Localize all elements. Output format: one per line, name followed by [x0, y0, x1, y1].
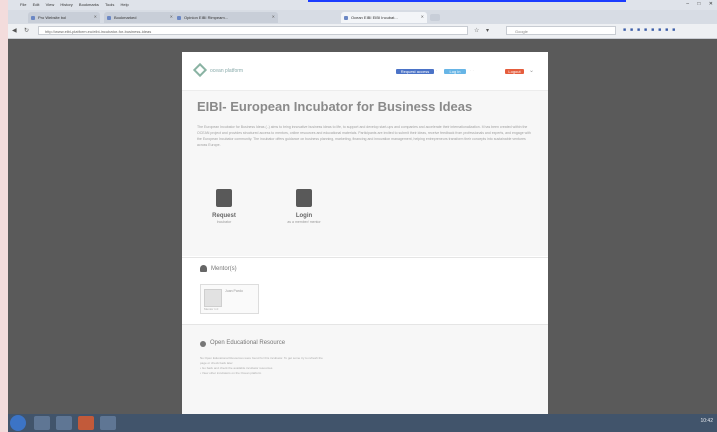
page-description: The European Incubator for Business Idea…: [197, 125, 531, 147]
request-sublabel: Incubator: [216, 220, 232, 224]
mentors-title: Mentor(s): [211, 266, 237, 272]
oer-text-line: No Open Educational Resources were found…: [200, 356, 323, 360]
oer-link[interactable]: • View other incubators on the Ocean pla…: [200, 371, 261, 375]
login-sublabel: as a member/ mentor: [287, 220, 321, 224]
favicon-icon: [107, 15, 111, 20]
logo-icon[interactable]: [192, 62, 208, 78]
menu-help[interactable]: Help: [120, 2, 128, 7]
navigation-bar: ◀ ↻ http://www.eibi-platform.eu/eibi-inc…: [8, 24, 717, 39]
browser-icon[interactable]: [100, 416, 116, 430]
login-label[interactable]: Login: [274, 213, 334, 219]
maximize-icon[interactable]: □: [697, 1, 700, 7]
header-separator: · ·: [470, 68, 474, 73]
close-icon[interactable]: ✕: [709, 1, 713, 7]
avatar[interactable]: [204, 289, 222, 307]
favicon-icon: [344, 15, 348, 20]
browser-title-bar: File Edit View History Bookmarks Tools H…: [8, 0, 717, 10]
menu-bookmarks[interactable]: Bookmarks: [79, 2, 99, 7]
menu-tools[interactable]: Tools: [105, 2, 114, 7]
tab-close-icon[interactable]: ✕: [272, 14, 275, 19]
menu-bar: File Edit View History Bookmarks Tools H…: [20, 2, 134, 7]
web-page: ocean platform Request access · Log in ·…: [182, 52, 548, 415]
logout-button[interactable]: Logout: [505, 69, 524, 74]
clipboard-icon[interactable]: [216, 189, 232, 207]
menu-file[interactable]: File: [20, 2, 26, 7]
menu-history[interactable]: History: [60, 2, 72, 7]
window-controls: – □ ✕: [679, 1, 713, 7]
tab-close-icon[interactable]: ✕: [94, 14, 97, 19]
incubator-intro: EIBI- European Incubator for Business Id…: [182, 91, 548, 256]
menu-view[interactable]: View: [46, 2, 55, 7]
oer-section: Open Educational Resource No Open Educat…: [182, 324, 548, 415]
header-separator: ·: [436, 68, 438, 73]
tab-label: Pro Website bol: [38, 15, 67, 20]
system-clock[interactable]: 10:42: [700, 418, 713, 424]
tab-label: Ocean EIBI EIBI Incubat...: [351, 15, 398, 20]
reload-icon[interactable]: ↻: [24, 27, 29, 34]
tab-3[interactable]: Opinion EIBI Rimpeam... ✕: [174, 12, 278, 23]
request-label[interactable]: Request: [194, 213, 254, 219]
oer-link[interactable]: • Go back and check the available incuba…: [200, 366, 272, 370]
resource-icon: [200, 341, 206, 347]
request-access-button[interactable]: Request access: [396, 69, 434, 74]
logo-text[interactable]: ocean platform: [210, 68, 243, 74]
selection-highlight: [308, 0, 626, 2]
mentor-name[interactable]: Juan Pardo: [225, 289, 243, 293]
oer-text-line: page or check back later: [200, 361, 233, 365]
login-button[interactable]: Log in: [444, 69, 466, 74]
mentor-card[interactable]: Juan Pardo Mentor 1.0: [200, 284, 259, 314]
start-button[interactable]: [10, 415, 26, 431]
taskbar: 10:42: [8, 414, 717, 432]
menu-edit[interactable]: Edit: [33, 2, 40, 7]
request-action[interactable]: Request Incubator: [194, 189, 254, 224]
tab-close-icon[interactable]: ✕: [170, 14, 173, 19]
tab-2[interactable]: Bookmarked ✕: [104, 12, 176, 23]
login-icon[interactable]: [296, 189, 312, 207]
address-bar[interactable]: http://www.eibi-platform.eu/eibi-incubat…: [38, 26, 468, 35]
user-icon: [200, 265, 207, 272]
media-icon[interactable]: [56, 416, 72, 430]
tab-label: Opinion EIBI Rimpeam...: [184, 15, 229, 20]
tab-1[interactable]: Pro Website bol ✕: [28, 12, 100, 23]
app-icon[interactable]: [78, 416, 94, 430]
explorer-icon[interactable]: [34, 416, 50, 430]
oer-title: Open Educational Resource: [210, 340, 286, 346]
back-icon[interactable]: ◀: [12, 27, 17, 34]
search-input[interactable]: Google: [506, 26, 616, 35]
tab-strip: Pro Website bol ✕ Bookmarked ✕ Opinion E…: [8, 10, 717, 24]
dropdown-icon[interactable]: ▾: [486, 27, 489, 34]
site-header: ocean platform Request access · Log in ·…: [182, 52, 548, 91]
tab-close-icon[interactable]: ✕: [421, 14, 424, 19]
tab-active[interactable]: Ocean EIBI EIBI Incubat... ✕: [341, 12, 427, 23]
minimize-icon[interactable]: –: [686, 1, 689, 7]
mentor-role: Mentor 1.0: [204, 307, 219, 311]
new-tab-button[interactable]: [430, 14, 440, 21]
toolbar-icons[interactable]: ■■■■■■■■: [623, 27, 679, 33]
mentors-section: Mentor(s) Juan Pardo Mentor 1.0: [182, 257, 548, 324]
bookmark-star-icon[interactable]: ☆: [474, 27, 479, 34]
tab-label: Bookmarked: [114, 15, 137, 20]
page-title: EIBI- European Incubator for Business Id…: [197, 99, 473, 114]
chevron-down-icon[interactable]: ⌄: [529, 67, 534, 74]
login-action[interactable]: Login as a member/ mentor: [274, 189, 334, 224]
favicon-icon: [177, 15, 181, 20]
favicon-icon: [31, 15, 35, 20]
